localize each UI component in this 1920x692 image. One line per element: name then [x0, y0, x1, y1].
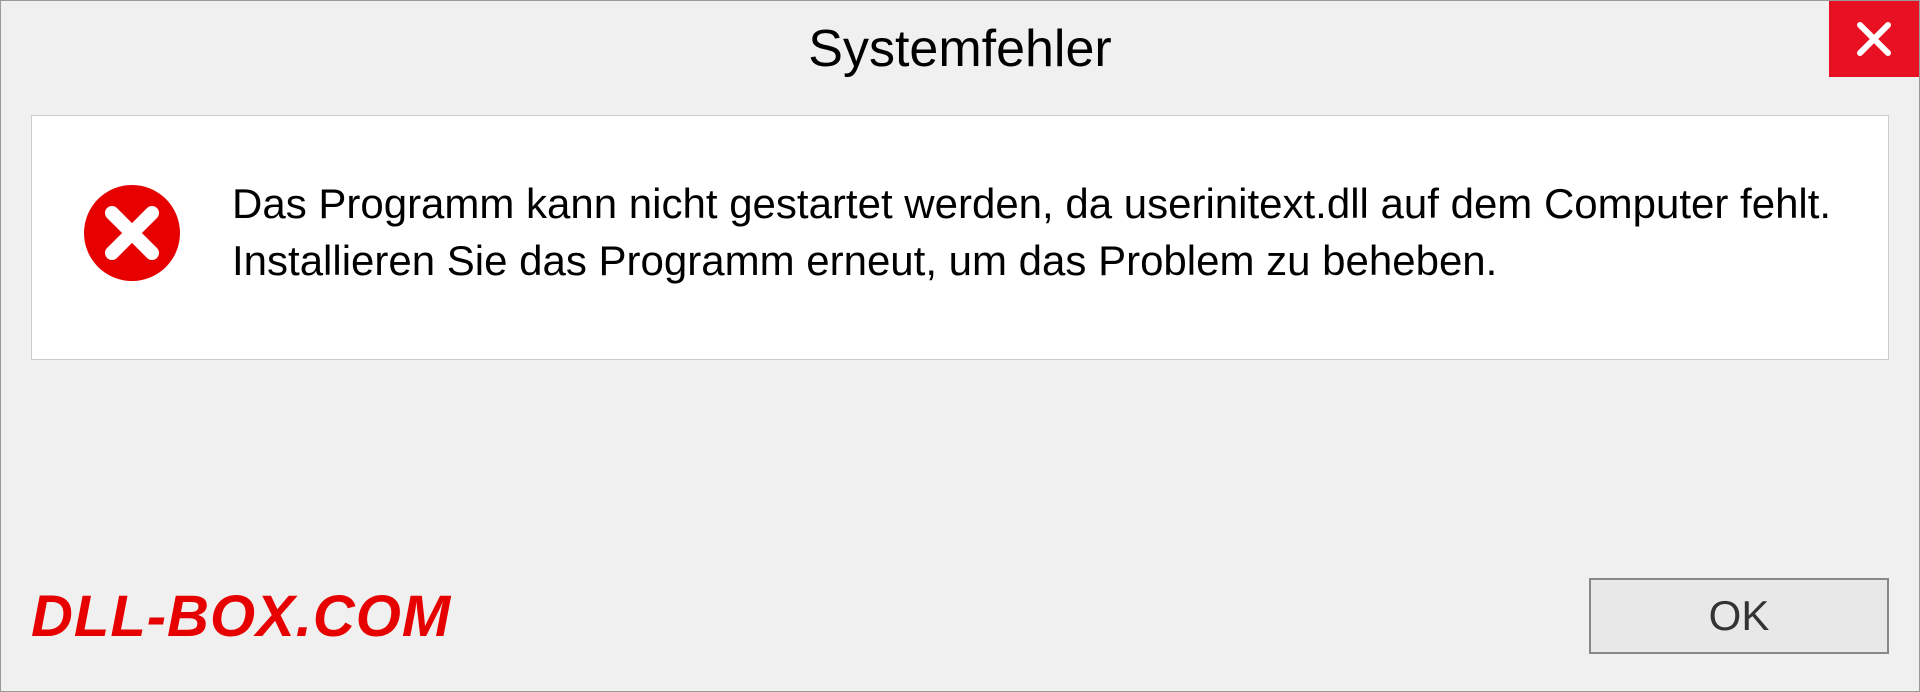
- content-panel: Das Programm kann nicht gestartet werden…: [31, 115, 1889, 360]
- error-message: Das Programm kann nicht gestartet werden…: [232, 176, 1838, 289]
- ok-button[interactable]: OK: [1589, 578, 1889, 654]
- dialog-footer: DLL-BOX.COM OK: [31, 571, 1889, 661]
- title-bar: Systemfehler: [1, 1, 1919, 97]
- close-icon: [1854, 19, 1894, 59]
- close-button[interactable]: [1829, 1, 1919, 77]
- dialog-title: Systemfehler: [808, 19, 1111, 79]
- error-icon: [82, 183, 182, 283]
- error-dialog: Systemfehler Das Programm kann nicht ges…: [0, 0, 1920, 692]
- watermark-text: DLL-BOX.COM: [31, 583, 451, 650]
